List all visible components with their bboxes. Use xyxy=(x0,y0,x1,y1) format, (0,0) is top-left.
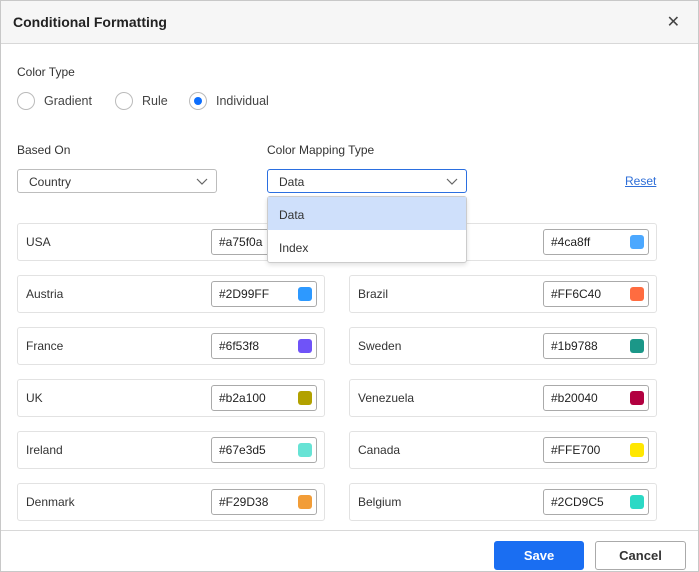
based-on-label: Based On xyxy=(17,143,71,157)
color-swatch[interactable] xyxy=(630,287,644,301)
color-swatch[interactable] xyxy=(630,339,644,353)
color-swatch[interactable] xyxy=(298,495,312,509)
color-item-card: Venezuela #b20040 xyxy=(349,379,657,417)
color-item-card: Belgium #2CD9C5 xyxy=(349,483,657,521)
color-item-card: Austria #2D99FF xyxy=(17,275,325,313)
color-hex-input[interactable]: #b2a100 xyxy=(211,385,317,411)
country-name: Austria xyxy=(26,287,64,301)
color-mapping-dropdown[interactable]: Data xyxy=(267,169,467,193)
color-item-card: France #6f53f8 xyxy=(17,327,325,365)
hex-value: #2D99FF xyxy=(219,287,270,301)
country-name: Brazil xyxy=(358,287,389,301)
color-item-card: Brazil #FF6C40 xyxy=(349,275,657,313)
hex-value: #FFE700 xyxy=(551,443,601,457)
reset-link[interactable]: Reset xyxy=(625,174,656,188)
hex-value: #b2a100 xyxy=(219,391,266,405)
color-hex-input[interactable]: #FF6C40 xyxy=(543,281,649,307)
close-icon[interactable]: ✕ xyxy=(667,12,680,32)
color-hex-input[interactable]: #4ca8ff xyxy=(543,229,649,255)
color-item-card: Canada #FFE700 xyxy=(349,431,657,469)
radio-label: Individual xyxy=(216,94,269,108)
hex-value: #4ca8ff xyxy=(551,235,591,249)
color-swatch[interactable] xyxy=(630,443,644,457)
country-name: Denmark xyxy=(26,495,75,509)
based-on-dropdown[interactable]: Country xyxy=(17,169,217,193)
country-name: Canada xyxy=(358,443,401,457)
hex-value: #F29D38 xyxy=(219,495,269,509)
radio-circle[interactable] xyxy=(115,92,133,110)
radio-label: Rule xyxy=(142,94,168,108)
radio-rule[interactable]: Rule xyxy=(115,92,168,110)
color-hex-input[interactable]: #1b9788 xyxy=(543,333,649,359)
color-hex-input[interactable]: #6f53f8 xyxy=(211,333,317,359)
hex-value: #b20040 xyxy=(551,391,598,405)
country-name: Belgium xyxy=(358,495,402,509)
dialog-footer: Save Cancel xyxy=(1,530,698,571)
dialog-title: Conditional Formatting xyxy=(13,14,167,30)
radio-individual[interactable]: Individual xyxy=(189,92,269,110)
color-swatch[interactable] xyxy=(630,495,644,509)
hex-value: #FF6C40 xyxy=(551,287,602,301)
country-name: USA xyxy=(26,235,51,249)
color-swatch[interactable] xyxy=(298,443,312,457)
hex-value: #a75f0a xyxy=(219,235,263,249)
color-hex-input[interactable]: #67e3d5 xyxy=(211,437,317,463)
radio-circle[interactable] xyxy=(17,92,35,110)
hex-value: #1b9788 xyxy=(551,339,598,353)
color-item-card: Ireland #67e3d5 xyxy=(17,431,325,469)
chevron-down-icon xyxy=(446,178,458,185)
color-swatch[interactable] xyxy=(630,235,644,249)
country-name: UK xyxy=(26,391,43,405)
conditional-formatting-dialog: Conditional Formatting ✕ Color Type Grad… xyxy=(0,0,699,572)
hex-value: #67e3d5 xyxy=(219,443,266,457)
color-hex-input[interactable]: #FFE700 xyxy=(543,437,649,463)
dialog-body: Color Type Gradient Rule Individual Base… xyxy=(1,45,698,529)
color-type-label: Color Type xyxy=(17,65,75,79)
color-hex-input[interactable]: #2D99FF xyxy=(211,281,317,307)
radio-circle-checked[interactable] xyxy=(189,92,207,110)
color-hex-input[interactable]: #2CD9C5 xyxy=(543,489,649,515)
based-on-value: Country xyxy=(29,175,72,189)
chevron-down-icon xyxy=(196,178,208,185)
color-item-card: UK #b2a100 xyxy=(17,379,325,417)
color-item-card: Denmark #F29D38 xyxy=(17,483,325,521)
save-button[interactable]: Save xyxy=(494,541,584,570)
radio-label: Gradient xyxy=(44,94,92,108)
color-item-card: Sweden #1b9788 xyxy=(349,327,657,365)
country-name: Venezuela xyxy=(358,391,415,405)
color-mapping-value: Data xyxy=(279,175,305,189)
cancel-button[interactable]: Cancel xyxy=(595,541,686,570)
color-swatch[interactable] xyxy=(630,391,644,405)
color-swatch[interactable] xyxy=(298,391,312,405)
dialog-header: Conditional Formatting ✕ xyxy=(1,1,698,44)
option-index[interactable]: Index xyxy=(268,230,466,263)
hex-value: #6f53f8 xyxy=(219,339,260,353)
color-mapping-options: Data Index xyxy=(267,196,467,263)
radio-gradient[interactable]: Gradient xyxy=(17,92,92,110)
country-name: Sweden xyxy=(358,339,402,353)
option-data[interactable]: Data xyxy=(268,197,466,230)
country-name: France xyxy=(26,339,64,353)
color-hex-input[interactable]: #F29D38 xyxy=(211,489,317,515)
color-mapping-label: Color Mapping Type xyxy=(267,143,375,157)
hex-value: #2CD9C5 xyxy=(551,495,604,509)
country-name: Ireland xyxy=(26,443,63,457)
color-swatch[interactable] xyxy=(298,287,312,301)
color-hex-input[interactable]: #b20040 xyxy=(543,385,649,411)
color-swatch[interactable] xyxy=(298,339,312,353)
